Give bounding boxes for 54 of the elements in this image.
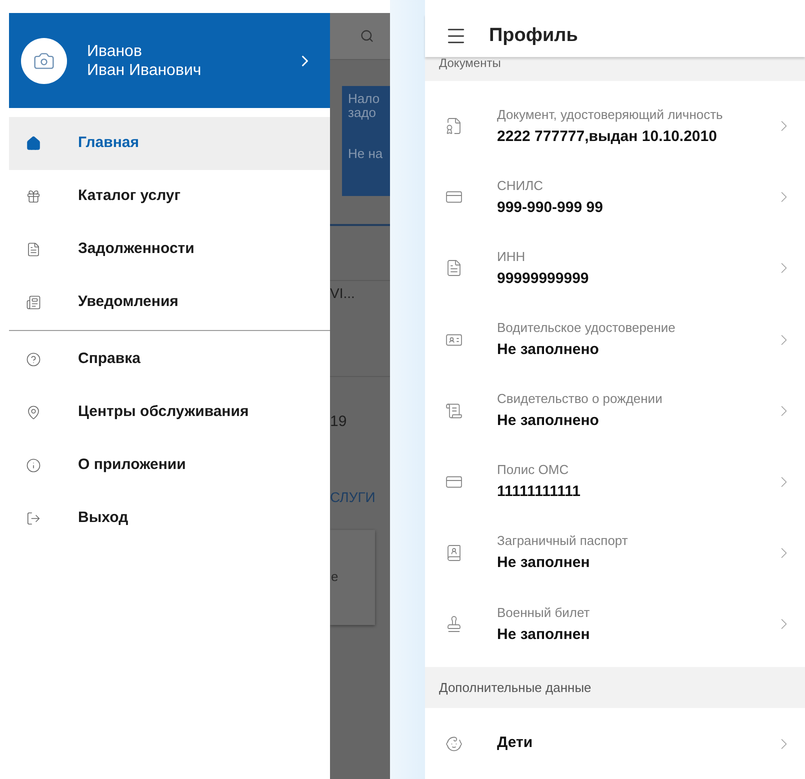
logout-icon <box>26 511 41 526</box>
date-fragment: 19 <box>330 412 348 432</box>
scroll-icon <box>445 402 463 420</box>
map-pin-icon <box>26 405 41 420</box>
document-value: Не заполнено <box>497 340 600 360</box>
search-icon <box>360 29 374 43</box>
link-fragment: СЛУГИ <box>330 488 376 506</box>
user-last-name: Иванов <box>87 42 143 60</box>
row-text-fragment: VI... <box>330 284 355 302</box>
badge-document-icon <box>445 117 463 136</box>
document-label: ИНН <box>497 248 526 265</box>
document-row[interactable]: Документ, удостоверяющий личность 2222 777777,выдан 10.10.2010 <box>425 90 805 162</box>
card-status-fragment: Не на <box>348 147 384 161</box>
document-row[interactable]: Военный билет Не заполнен <box>425 588 805 660</box>
user-first-names: Иван Иванович <box>87 60 202 80</box>
passport-icon <box>445 544 463 562</box>
document-row[interactable]: СНИЛС 999-990-999 99 <box>425 162 805 233</box>
card-text-fragment: е <box>331 568 338 586</box>
document-label: Документ, удостоверяющий личность <box>497 106 724 123</box>
document-value: Не заполнено <box>497 411 600 432</box>
document-label: Заграничный паспорт <box>497 532 629 550</box>
document-row[interactable]: Свидетельство о рождении Не заполнено <box>425 375 805 446</box>
document-value: 999-990-999 99 <box>497 198 604 218</box>
newspaper-icon <box>26 295 41 310</box>
document-icon <box>445 259 463 278</box>
menu-item[interactable]: Главная <box>9 117 330 170</box>
document-row[interactable]: ИНН 99999999999 <box>425 232 805 304</box>
document-row[interactable]: Водительское удостоверение Не заполнено <box>425 304 805 376</box>
document-label: Полис ОМС <box>497 461 570 478</box>
document-row[interactable]: Полис ОМС 11111111111 <box>425 446 805 518</box>
document-icon <box>26 242 41 257</box>
avatar-camera-button[interactable] <box>21 38 67 84</box>
document-value: 11111111111 <box>497 482 582 502</box>
document-value: 99999999999 <box>497 268 590 289</box>
document-row[interactable]: Заграничный паспорт Не заполнен <box>425 517 805 589</box>
document-label: Свидетельство о рождении <box>497 390 664 408</box>
document-value: Не заполнен <box>497 553 591 574</box>
extra-label: Дети <box>497 733 534 754</box>
help-icon <box>26 352 41 367</box>
section-header: Дополнительные данные <box>425 667 805 708</box>
extra-row[interactable]: Дети <box>425 708 805 779</box>
document-label: Водительское удостоверение <box>497 319 676 336</box>
home-icon <box>26 136 41 151</box>
document-label: Военный билет <box>497 604 591 621</box>
stamp-icon <box>445 615 463 634</box>
screen-title: Профиль <box>489 24 578 48</box>
section-header: Документы <box>425 57 805 82</box>
document-value: 2222 777777,выдан 10.10.2010 <box>497 126 718 147</box>
document-label: СНИЛС <box>497 176 544 194</box>
gift-icon <box>26 189 41 204</box>
document-value: Не заполнен <box>497 624 591 645</box>
info-icon <box>26 458 41 473</box>
card-title-fragment: Нало <box>348 92 381 106</box>
card-title-fragment: задо <box>348 106 378 120</box>
